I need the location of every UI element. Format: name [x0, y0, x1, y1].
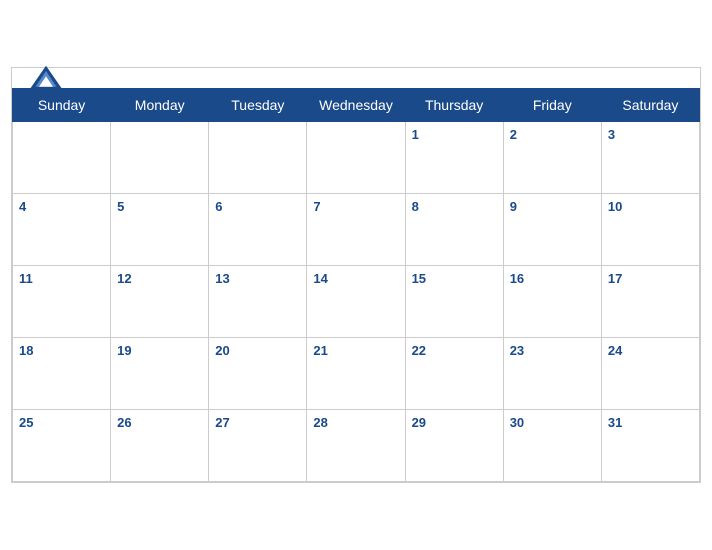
day-number-12: 12: [117, 271, 131, 286]
weekday-header-saturday: Saturday: [601, 89, 699, 122]
day-number-14: 14: [313, 271, 327, 286]
weekday-header-tuesday: Tuesday: [209, 89, 307, 122]
week-row-2: 4 5 6 7 8 9 10: [13, 194, 700, 266]
day-number-26: 26: [117, 415, 131, 430]
day-number-23: 23: [510, 343, 524, 358]
day-cell-7: 7: [307, 194, 405, 266]
calendar-grid: SundayMondayTuesdayWednesdayThursdayFrid…: [12, 88, 700, 482]
day-number-24: 24: [608, 343, 622, 358]
day-number-9: 9: [510, 199, 517, 214]
weekday-header-wednesday: Wednesday: [307, 89, 405, 122]
calendar-container: SundayMondayTuesdayWednesdayThursdayFrid…: [11, 67, 701, 483]
day-number-31: 31: [608, 415, 622, 430]
day-cell-30: 30: [503, 410, 601, 482]
day-cell-17: 17: [601, 266, 699, 338]
day-cell-29: 29: [405, 410, 503, 482]
day-number-3: 3: [608, 127, 615, 142]
weekday-header-monday: Monday: [111, 89, 209, 122]
day-cell-15: 15: [405, 266, 503, 338]
day-number-21: 21: [313, 343, 327, 358]
week-row-5: 25 26 27 28 29 30 31: [13, 410, 700, 482]
day-number-13: 13: [215, 271, 229, 286]
day-number-2: 2: [510, 127, 517, 142]
day-cell-8: 8: [405, 194, 503, 266]
general-blue-logo-icon: [28, 64, 64, 92]
logo-area: [28, 64, 64, 92]
day-cell-14: 14: [307, 266, 405, 338]
day-cell-31: 31: [601, 410, 699, 482]
day-number-5: 5: [117, 199, 124, 214]
day-number-30: 30: [510, 415, 524, 430]
day-cell-20: 20: [209, 338, 307, 410]
week-row-1: 1 2 3: [13, 122, 700, 194]
day-cell-4: 4: [13, 194, 111, 266]
day-number-16: 16: [510, 271, 524, 286]
day-number-22: 22: [412, 343, 426, 358]
day-number-29: 29: [412, 415, 426, 430]
day-number-15: 15: [412, 271, 426, 286]
day-cell-5: 5: [111, 194, 209, 266]
week-row-4: 18 19 20 21 22 23 24: [13, 338, 700, 410]
day-cell-3: 3: [601, 122, 699, 194]
week-row-3: 11 12 13 14 15 16 17: [13, 266, 700, 338]
weekday-header-sunday: Sunday: [13, 89, 111, 122]
weekday-header-thursday: Thursday: [405, 89, 503, 122]
day-cell-26: 26: [111, 410, 209, 482]
day-cell-16: 16: [503, 266, 601, 338]
day-cell-21: 21: [307, 338, 405, 410]
day-cell-6: 6: [209, 194, 307, 266]
day-number-11: 11: [19, 271, 33, 286]
day-number-1: 1: [412, 127, 419, 142]
day-cell-28: 28: [307, 410, 405, 482]
day-number-7: 7: [313, 199, 320, 214]
empty-cell: [209, 122, 307, 194]
day-cell-24: 24: [601, 338, 699, 410]
empty-cell: [13, 122, 111, 194]
day-number-6: 6: [215, 199, 222, 214]
day-number-4: 4: [19, 199, 26, 214]
day-number-18: 18: [19, 343, 33, 358]
empty-cell: [307, 122, 405, 194]
day-cell-27: 27: [209, 410, 307, 482]
weekday-header-row: SundayMondayTuesdayWednesdayThursdayFrid…: [13, 89, 700, 122]
day-cell-11: 11: [13, 266, 111, 338]
day-number-25: 25: [19, 415, 33, 430]
day-cell-19: 19: [111, 338, 209, 410]
day-cell-2: 2: [503, 122, 601, 194]
day-cell-10: 10: [601, 194, 699, 266]
empty-cell: [111, 122, 209, 194]
day-number-27: 27: [215, 415, 229, 430]
day-cell-9: 9: [503, 194, 601, 266]
weekday-header-friday: Friday: [503, 89, 601, 122]
day-number-10: 10: [608, 199, 622, 214]
day-number-28: 28: [313, 415, 327, 430]
day-number-20: 20: [215, 343, 229, 358]
day-cell-1: 1: [405, 122, 503, 194]
calendar-header: [12, 68, 700, 88]
day-cell-13: 13: [209, 266, 307, 338]
day-number-19: 19: [117, 343, 131, 358]
day-cell-25: 25: [13, 410, 111, 482]
day-number-17: 17: [608, 271, 622, 286]
day-cell-12: 12: [111, 266, 209, 338]
day-number-8: 8: [412, 199, 419, 214]
day-cell-22: 22: [405, 338, 503, 410]
day-cell-18: 18: [13, 338, 111, 410]
day-cell-23: 23: [503, 338, 601, 410]
